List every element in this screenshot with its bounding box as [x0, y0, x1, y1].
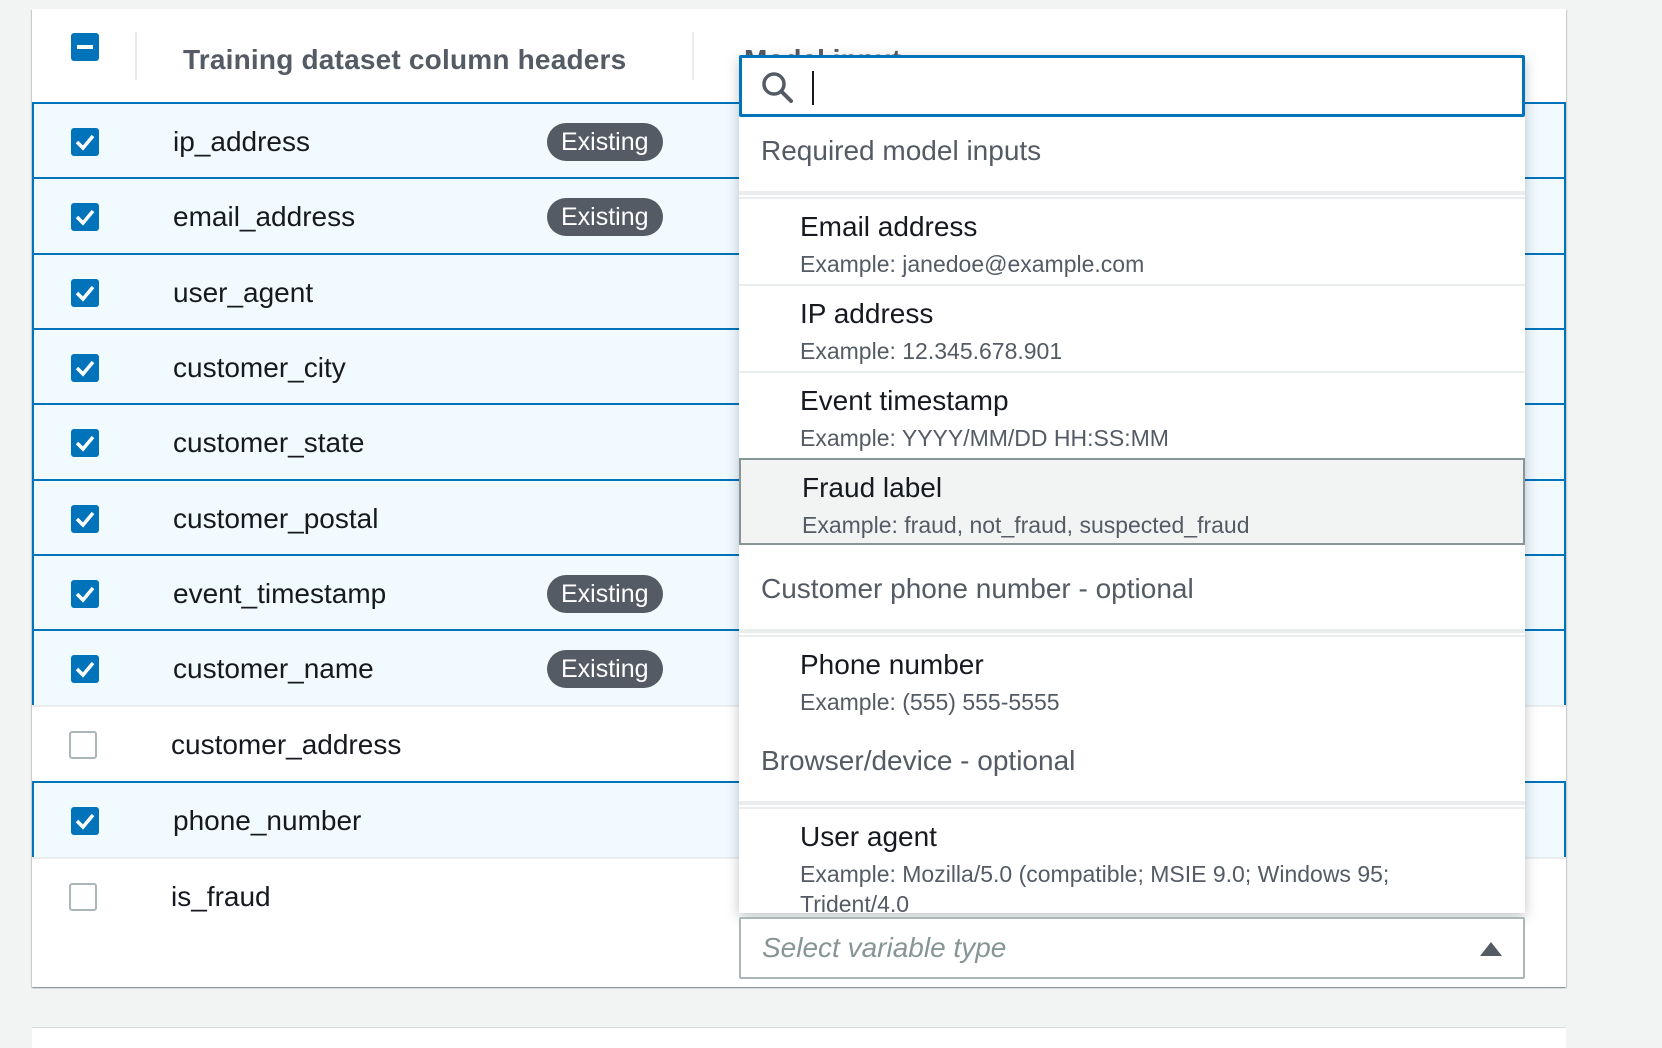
- variable-type-select[interactable]: Select variable type: [739, 917, 1525, 979]
- option-title: Event timestamp: [800, 385, 1009, 416]
- option-title: Fraud label: [802, 472, 943, 503]
- option-title: Phone number: [800, 649, 984, 680]
- dropdown-option[interactable]: IP address Example: 12.345.678.901: [739, 284, 1525, 371]
- check-icon: [75, 661, 95, 678]
- check-icon: [75, 360, 95, 377]
- caret-up-icon: [1480, 942, 1502, 956]
- row-checkbox[interactable]: [71, 354, 99, 382]
- column-separator: [692, 32, 694, 80]
- option-description: Example: Mozilla/5.0 (compatible; MSIE 9…: [800, 861, 1390, 913]
- check-icon: [75, 813, 95, 830]
- row-checkbox[interactable]: [69, 883, 97, 911]
- row-checkbox[interactable]: [71, 429, 99, 457]
- dropdown-option[interactable]: Event timestamp Example: YYYY/MM/DD HH:SS…: [739, 371, 1525, 458]
- row-checkbox[interactable]: [71, 580, 99, 608]
- group-divider: [739, 801, 1525, 805]
- row-checkbox[interactable]: [69, 731, 97, 759]
- option-group-label: Browser/device - optional: [761, 745, 1076, 776]
- check-icon: [75, 435, 95, 452]
- check-icon: [75, 134, 95, 151]
- row-checkbox[interactable]: [71, 807, 99, 835]
- column-name: is_fraud: [171, 881, 271, 912]
- dropdown-search-input[interactable]: [739, 55, 1525, 117]
- select-all-checkbox[interactable]: [71, 33, 99, 61]
- row-checkbox[interactable]: [71, 655, 99, 683]
- option-group-label: Required model inputs: [761, 135, 1042, 166]
- column-name: customer_address: [171, 729, 402, 760]
- option-title: User agent: [800, 821, 937, 852]
- option-description: Example: janedoe@example.com: [800, 251, 1145, 277]
- existing-badge: Existing: [547, 123, 663, 161]
- column-name: customer_state: [173, 427, 365, 458]
- option-group-label: Customer phone number - optional: [761, 573, 1194, 604]
- row-checkbox[interactable]: [71, 128, 99, 156]
- group-divider: [739, 629, 1525, 633]
- option-description: Example: YYYY/MM/DD HH:SS:MM: [800, 425, 1169, 451]
- column-separator: [135, 32, 137, 80]
- column-name: email_address: [173, 201, 356, 232]
- option-title: IP address: [800, 298, 934, 329]
- column-name: phone_number: [173, 805, 362, 836]
- check-icon: [75, 285, 95, 302]
- variable-type-dropdown: Required model inputs Email address Exampl…: [739, 55, 1525, 913]
- check-icon: [75, 209, 95, 226]
- column-name: customer_city: [173, 352, 346, 383]
- existing-badge: Existing: [547, 650, 663, 688]
- column-name: customer_name: [173, 653, 374, 684]
- select-placeholder: Select variable type: [762, 932, 1007, 963]
- row-checkbox[interactable]: [71, 203, 99, 231]
- search-icon: [762, 72, 793, 103]
- existing-badge: Existing: [547, 575, 663, 613]
- check-icon: [75, 511, 95, 528]
- indeterminate-icon: [77, 45, 93, 49]
- next-panel: [32, 1027, 1566, 1048]
- dropdown-option[interactable]: Email address Example: janedoe@example.co…: [739, 197, 1525, 284]
- check-icon: [75, 586, 95, 603]
- group-divider: [739, 191, 1525, 195]
- dropdown-option[interactable]: Fraud label Example: fraud, not_fraud, su…: [739, 458, 1525, 545]
- row-checkbox[interactable]: [71, 505, 99, 533]
- column-name: ip_address: [173, 126, 310, 157]
- dropdown-option[interactable]: Phone number Example: (555) 555-5555: [739, 635, 1525, 722]
- option-description: Example: fraud, not_fraud, suspected_fra…: [802, 512, 1250, 538]
- column-name: user_agent: [173, 277, 314, 308]
- column-name: customer_postal: [173, 503, 379, 534]
- option-description: Example: (555) 555-5555: [800, 689, 1060, 715]
- column-name: event_timestamp: [173, 578, 387, 609]
- row-checkbox[interactable]: [71, 279, 99, 307]
- option-description: Example: 12.345.678.901: [800, 338, 1063, 364]
- existing-badge: Existing: [547, 198, 663, 236]
- dropdown-option[interactable]: User agent Example: Mozilla/5.0 (compatib…: [739, 807, 1525, 913]
- text-caret: [812, 71, 814, 105]
- column-header-training: Training dataset column headers: [183, 44, 627, 75]
- option-title: Email address: [800, 211, 978, 242]
